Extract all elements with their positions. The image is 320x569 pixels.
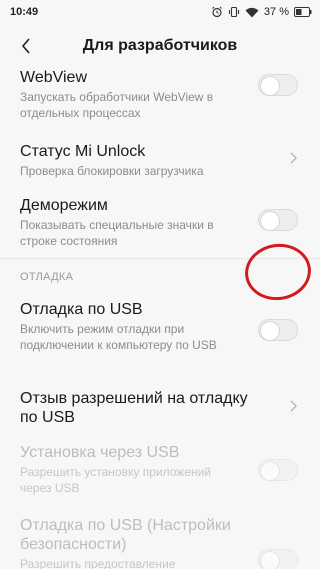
status-time: 10:49 bbox=[10, 6, 39, 18]
install-via-usb-toggle bbox=[258, 459, 298, 481]
top-bar: Для разработчиков bbox=[0, 26, 320, 66]
usb-debugging-security-toggle bbox=[258, 549, 298, 569]
page-title: Для разработчиков bbox=[82, 37, 238, 54]
usb-debugging-toggle[interactable] bbox=[258, 319, 298, 341]
setting-title: Установка через USB bbox=[20, 444, 180, 461]
status-icons: 37 % bbox=[211, 6, 312, 18]
chevron-right-icon bbox=[290, 152, 297, 164]
setting-mi-unlock-status[interactable]: Статус Mi Unlock Проверка блокировки заг… bbox=[0, 142, 320, 179]
setting-title: Статус Mi Unlock bbox=[20, 143, 146, 160]
setting-subtitle: Проверка блокировки загрузчика bbox=[20, 164, 204, 178]
chevron-right-icon bbox=[290, 400, 297, 412]
back-button[interactable] bbox=[14, 34, 38, 58]
setting-title: Отзыв разрешений на отладку по USB bbox=[20, 390, 248, 426]
webview-toggle[interactable] bbox=[258, 74, 298, 96]
vibrate-icon bbox=[228, 6, 240, 18]
setting-title: Отладка по USB (Настройки безопасности) bbox=[20, 517, 231, 553]
alarm-icon bbox=[211, 6, 223, 18]
settings-list: WebView Запускать обработчики WebView в … bbox=[0, 66, 320, 569]
setting-subtitle: Запускать обработчики WebView в отдельны… bbox=[20, 90, 214, 120]
battery-icon bbox=[294, 7, 312, 17]
setting-title: Отладка по USB bbox=[20, 301, 143, 318]
chevron-left-icon bbox=[21, 38, 30, 54]
battery-text: 37 % bbox=[263, 6, 289, 18]
wifi-icon bbox=[245, 7, 259, 18]
setting-title: Деморежим bbox=[20, 197, 108, 214]
section-header-debug: ОТЛАДКА bbox=[20, 271, 74, 283]
setting-revoke-usb-debugging[interactable]: Отзыв разрешений на отладку по USB bbox=[0, 389, 320, 427]
demo-mode-toggle[interactable] bbox=[258, 209, 298, 231]
status-bar: 10:49 37 % bbox=[0, 0, 320, 24]
